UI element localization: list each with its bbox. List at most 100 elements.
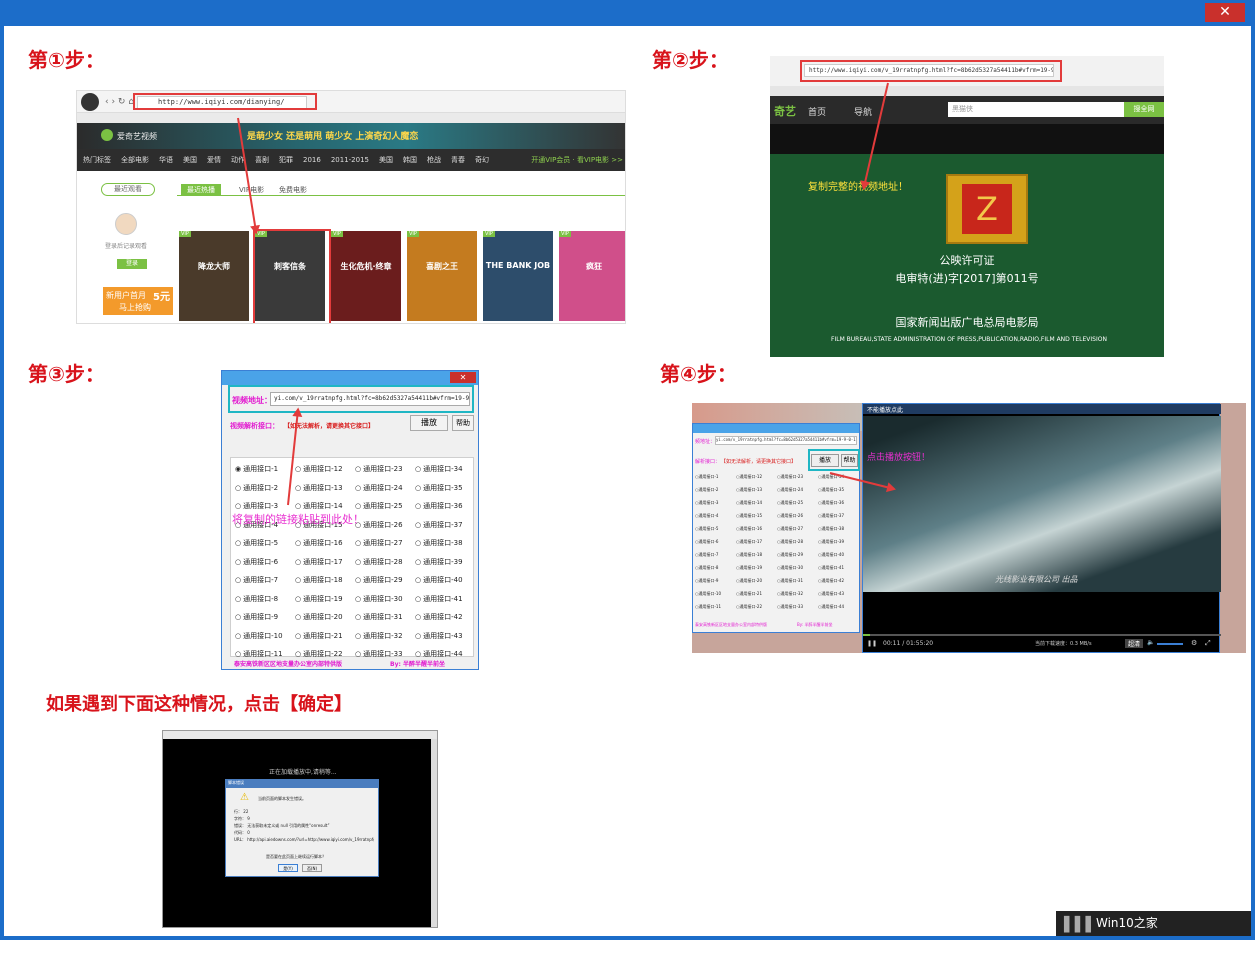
category-item[interactable]: 喜剧	[255, 156, 269, 164]
interface-radio[interactable]: 通用接口-1	[235, 464, 278, 474]
category-list[interactable]: 热门标签 全部电影 华语 美国 爱情 动作 喜剧 犯罪 2016 2011-2015 美国 韩国 枪战青…	[83, 155, 499, 165]
nav-arrows-icon[interactable]: ‹ › ↻ ⌂	[105, 97, 134, 107]
interface-radio[interactable]: 通用接口-18	[295, 575, 342, 585]
poster-title[interactable]: 生化危机：终章	[331, 323, 373, 324]
poster-card[interactable]: THE BANK JOB VIP	[483, 231, 553, 321]
mini-interface-radio[interactable]: ○通用接口-20	[736, 578, 762, 584]
close-button[interactable]: ✕	[1205, 3, 1245, 22]
category-item[interactable]: 青春	[451, 156, 465, 164]
tab-free[interactable]: 免费电影	[279, 185, 307, 195]
video-frame[interactable]	[863, 416, 1221, 592]
mini-interface-radio[interactable]: ○通用接口-9	[695, 578, 718, 584]
mini-interface-radio[interactable]: ○通用接口-40	[818, 552, 844, 558]
mini-interface-radio[interactable]: ○通用接口-16	[736, 526, 762, 532]
mini-interface-radio[interactable]: ○通用接口-38	[818, 526, 844, 532]
nav-home[interactable]: 首页	[808, 105, 826, 118]
interface-radio[interactable]: 通用接口-14	[295, 501, 342, 511]
mini-interface-radio[interactable]: ○通用接口-28	[777, 539, 803, 545]
no-button[interactable]: 否(N)	[302, 864, 322, 872]
mini-interface-radio[interactable]: ○通用接口-41	[818, 565, 844, 571]
interface-radio[interactable]: 通用接口-17	[295, 557, 342, 567]
play-button[interactable]: 播放	[410, 415, 448, 431]
mini-interface-radio[interactable]: ○通用接口-17	[736, 539, 762, 545]
poster-card[interactable]: 喜剧之王 VIP	[407, 231, 477, 321]
mini-interface-radio[interactable]: ○通用接口-32	[777, 591, 803, 597]
mini-interface-radio[interactable]: ○通用接口-11	[695, 604, 721, 610]
player-title[interactable]: 不能播放点此	[867, 405, 903, 414]
interface-radio[interactable]: 通用接口-36	[415, 501, 462, 511]
mini-interface-radio[interactable]: ○通用接口-44	[818, 604, 844, 610]
interface-radio[interactable]: 通用接口-31	[355, 612, 402, 622]
login-button[interactable]: 登录	[117, 259, 147, 269]
tab-hot[interactable]: 最近热播	[181, 184, 221, 196]
addr-input[interactable]: yi.com/v_19rratnpfg.html?fc=8b62d5327a54…	[270, 392, 470, 406]
interface-radio[interactable]: 通用接口-27	[355, 538, 402, 548]
interface-radio[interactable]: 通用接口-28	[355, 557, 402, 567]
pause-icon[interactable]: ❚❚	[867, 640, 877, 647]
mini-interface-radio[interactable]: ○通用接口-22	[736, 604, 762, 610]
mini-interface-radio[interactable]: ○通用接口-3	[695, 500, 718, 506]
mini-interface-radio[interactable]: ○通用接口-15	[736, 513, 762, 519]
interface-radio[interactable]: 通用接口-40	[415, 575, 462, 585]
mini-interface-radio[interactable]: ○通用接口-30	[777, 565, 803, 571]
interface-radio[interactable]: 通用接口-19	[295, 594, 342, 604]
interface-radio[interactable]: 通用接口-35	[415, 483, 462, 493]
interface-radio[interactable]: 通用接口-8	[235, 594, 278, 604]
mini-interface-radio[interactable]: ○通用接口-36	[818, 500, 844, 506]
poster-title[interactable]: 刺客信条	[255, 323, 279, 324]
fullscreen-icon[interactable]: ⤢	[1205, 639, 1211, 648]
interface-radio[interactable]: 通用接口-3	[235, 501, 278, 511]
mini-interface-radio[interactable]: ○通用接口-2	[695, 487, 718, 493]
nav-menu[interactable]: 导航	[854, 105, 872, 118]
scrollbar[interactable]	[431, 739, 437, 927]
category-item[interactable]: 爱情	[207, 156, 221, 164]
interface-radio[interactable]: 通用接口-41	[415, 594, 462, 604]
interface-radio[interactable]: 通用接口-12	[295, 464, 342, 474]
poster-title[interactable]: 疯狂童年	[559, 323, 583, 324]
volume-slider[interactable]	[1157, 643, 1183, 645]
mini-addr-input[interactable]: yi.com/v_19rratnpfg.html?fc=8b62d5327a54…	[715, 436, 857, 445]
poster-title[interactable]: 新喜剧之王	[407, 323, 437, 324]
poster-title[interactable]: 银行大劫案	[483, 323, 513, 324]
interface-radio[interactable]: 通用接口-20	[295, 612, 342, 622]
mini-interface-radio[interactable]: ○通用接口-35	[818, 487, 844, 493]
interface-radio[interactable]: 通用接口-24	[355, 483, 402, 493]
settings-icon[interactable]: ⚙	[1191, 639, 1197, 647]
interface-radio[interactable]: 通用接口-34	[415, 464, 462, 474]
mini-interface-radio[interactable]: ○通用接口-21	[736, 591, 762, 597]
interface-radio[interactable]: 通用接口-11	[235, 649, 282, 659]
category-item[interactable]: 全部电影	[121, 156, 149, 164]
tab-vip[interactable]: VIP电影	[239, 185, 264, 195]
interface-radio[interactable]: 通用接口-16	[295, 538, 342, 548]
search-button[interactable]: 搜全网	[1124, 102, 1164, 117]
category-item[interactable]: 犯罪	[279, 156, 293, 164]
mini-interface-radio[interactable]: ○通用接口-7	[695, 552, 718, 558]
mini-interface-radio[interactable]: ○通用接口-27	[777, 526, 803, 532]
mini-interface-radio[interactable]: ○通用接口-13	[736, 487, 762, 493]
mini-interface-radio[interactable]: ○通用接口-12	[736, 474, 762, 480]
interface-radio[interactable]: 通用接口-10	[235, 631, 282, 641]
interface-radio[interactable]: 通用接口-7	[235, 575, 278, 585]
mini-interface-radio[interactable]: ○通用接口-19	[736, 565, 762, 571]
poster-card[interactable]: 降龙大师 VIP	[179, 231, 249, 321]
interface-radio[interactable]: 通用接口-9	[235, 612, 278, 622]
interface-radio[interactable]: 通用接口-32	[355, 631, 402, 641]
category-item[interactable]: 热门标签	[83, 156, 111, 164]
category-item[interactable]: 枪战	[427, 156, 441, 164]
mini-interface-radio[interactable]: ○通用接口-26	[777, 513, 803, 519]
mini-interface-radio[interactable]: ○通用接口-37	[818, 513, 844, 519]
mini-interface-radio[interactable]: ○通用接口-33	[777, 604, 803, 610]
poster-card[interactable]: 疯狂 VIP	[559, 231, 625, 321]
poster-card[interactable]: 生化危机·终章 VIP	[331, 231, 401, 321]
poster-title[interactable]: 降龙大师	[179, 323, 203, 324]
mini-interface-radio[interactable]: ○通用接口-8	[695, 565, 718, 571]
interface-radio[interactable]: 通用接口-33	[355, 649, 402, 659]
yes-button[interactable]: 是(Y)	[278, 864, 298, 872]
mini-interface-radio[interactable]: ○通用接口-14	[736, 500, 762, 506]
interface-radio[interactable]: 通用接口-43	[415, 631, 462, 641]
category-item[interactable]: 奇幻	[475, 156, 489, 164]
interface-radio[interactable]: 通用接口-21	[295, 631, 342, 641]
recent-watch-tab[interactable]: 最近观看	[101, 183, 155, 196]
mini-interface-radio[interactable]: ○通用接口-1	[695, 474, 718, 480]
mini-interface-radio[interactable]: ○通用接口-18	[736, 552, 762, 558]
